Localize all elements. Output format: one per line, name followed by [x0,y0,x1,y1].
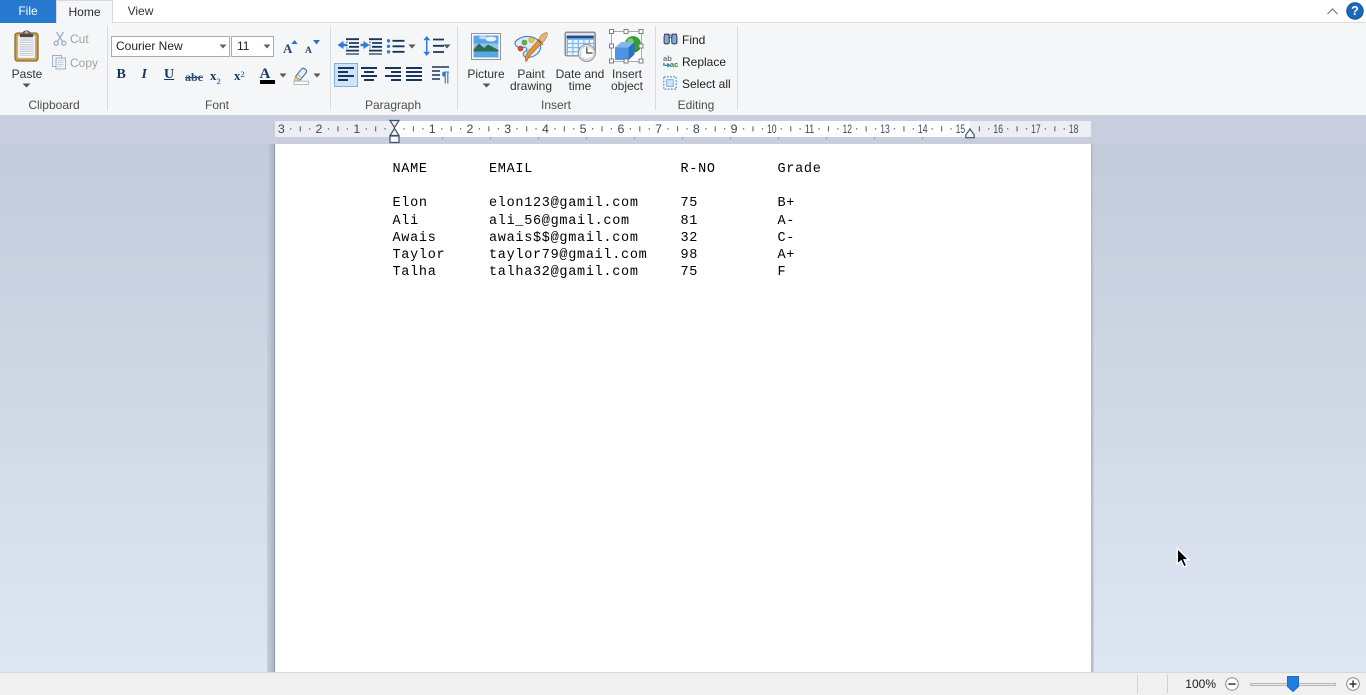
svg-text:3: 3 [278,122,285,136]
svg-text:7: 7 [655,122,662,136]
svg-text:8: 8 [693,122,700,136]
svg-text:3: 3 [504,122,511,136]
svg-text:16: 16 [993,122,1003,136]
svg-text:1: 1 [429,122,436,136]
svg-text:¶: ¶ [442,69,450,86]
svg-text:9: 9 [731,122,738,136]
svg-text:13: 13 [880,122,890,136]
svg-text:1: 1 [353,122,360,136]
svg-text:5: 5 [580,122,587,136]
svg-text:?: ? [1351,4,1359,18]
svg-text:14: 14 [918,122,928,136]
svg-text:10: 10 [767,122,777,136]
svg-text:6: 6 [617,122,624,136]
svg-text:2: 2 [467,122,474,136]
svg-text:15: 15 [956,122,966,136]
svg-text:4: 4 [542,122,549,136]
svg-text:18: 18 [1069,122,1079,136]
svg-text:12: 12 [843,122,853,136]
svg-text:2: 2 [316,122,323,136]
svg-text:11: 11 [805,122,815,136]
svg-text:ac: ac [669,59,678,67]
svg-text:17: 17 [1031,122,1041,136]
